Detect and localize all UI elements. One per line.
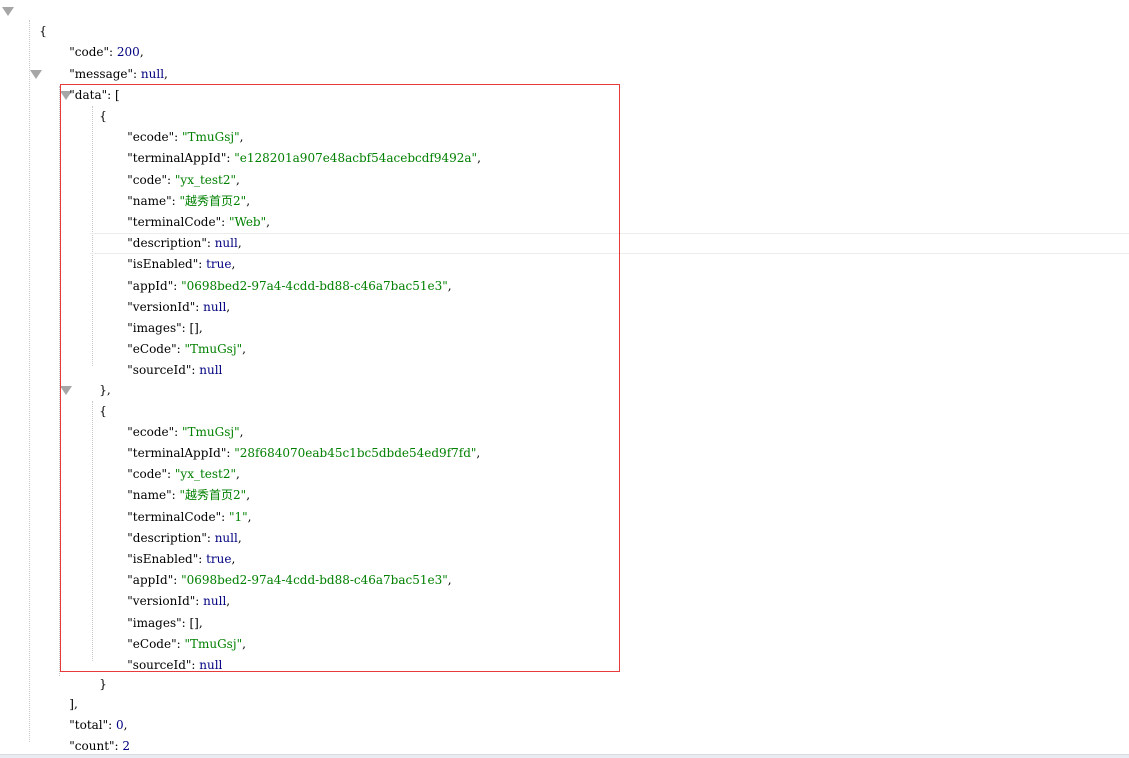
json-line-images[interactable]: "images": [],: [112, 297, 202, 335]
json-line-description[interactable]: "description": null,: [112, 507, 241, 545]
json-line-version-id[interactable]: "versionId": null,: [112, 570, 230, 608]
json-comma: ,: [266, 215, 270, 229]
json-comma: ,: [226, 594, 231, 608]
indent-guide: [59, 86, 60, 676]
json-comma: ,: [447, 573, 452, 587]
json-line-version-id[interactable]: "versionId": null,: [112, 276, 230, 314]
json-value: null: [203, 300, 227, 314]
json-comma: ,: [237, 236, 242, 250]
current-line-highlight: [90, 233, 1129, 254]
json-array-close: ],: [54, 673, 78, 711]
json-comma: ,: [447, 279, 452, 293]
json-line-terminal-app-id[interactable]: "terminalAppId": "28f684070eab45c1bc5dbd…: [112, 422, 480, 460]
json-line-is-enabled[interactable]: "isEnabled": true,: [112, 528, 235, 566]
json-line-terminal-app-id[interactable]: "terminalAppId": "e128201a907e48acbf54ac…: [112, 127, 481, 165]
open-bracket: [: [114, 88, 120, 102]
json-line-app-id[interactable]: "appId": "0698bed2-97a4-4cdd-bd88-c46a7b…: [112, 255, 451, 293]
json-line-e-code[interactable]: "eCode": "TmuGsj",: [112, 318, 246, 356]
json-line-ecode[interactable]: "ecode": "TmuGsj",: [112, 106, 243, 144]
close-brace: }: [99, 677, 107, 691]
json-value: 2: [122, 739, 131, 753]
window-bottom-edge: [0, 754, 1129, 758]
json-root-open: {: [24, 0, 47, 38]
json-line-source-id[interactable]: "sourceId": null: [112, 634, 222, 672]
json-line-name[interactable]: "name": "越秀首页2",: [112, 464, 250, 502]
json-line-code[interactable]: "code": "yx_test2",: [112, 149, 240, 187]
json-line-e-code[interactable]: "eCode": "TmuGsj",: [112, 613, 246, 651]
json-colon: :: [107, 88, 115, 102]
json-root-close: }: [24, 734, 47, 755]
open-brace: {: [39, 24, 47, 38]
json-line-images[interactable]: "images": [],: [112, 592, 202, 630]
json-value: null: [203, 594, 227, 608]
collapse-triangle-icon[interactable]: [2, 7, 14, 16]
json-line-code[interactable]: "code": 200,: [54, 21, 143, 59]
json-line-terminal-code[interactable]: "terminalCode": "Web",: [112, 191, 270, 229]
json-line-description[interactable]: "description": null,: [112, 212, 241, 250]
json-key: "sourceId": [127, 658, 192, 672]
json-value: "e128201a907e48acbf54acebcdf9492a": [234, 151, 478, 165]
json-object-open: {: [84, 85, 107, 123]
json-comma: ,: [226, 300, 231, 314]
json-line-terminal-code[interactable]: "terminalCode": "1",: [112, 486, 251, 524]
indent-guide: [29, 20, 30, 742]
json-object-close: },: [84, 359, 110, 397]
json-viewer: { "code": 200, "message": null, "data": …: [0, 0, 1129, 758]
json-value: "28f684070eab45c1bc5dbde54ed9f7fd": [234, 446, 477, 460]
json-comma: ,: [164, 67, 168, 81]
json-line-name[interactable]: "name": "越秀首页2",: [112, 170, 250, 208]
json-line-app-id[interactable]: "appId": "0698bed2-97a4-4cdd-bd88-c46a7b…: [112, 549, 451, 587]
json-comma: ,: [477, 151, 481, 165]
json-line-count[interactable]: "count": 2: [54, 715, 130, 753]
json-line-ecode[interactable]: "ecode": "TmuGsj",: [112, 401, 243, 439]
json-object-close: }: [84, 653, 107, 691]
open-brace: {: [99, 404, 107, 418]
open-brace: {: [99, 109, 107, 123]
json-comma: ,: [242, 637, 246, 651]
json-value: null: [199, 363, 223, 377]
json-line-is-enabled[interactable]: "isEnabled": true,: [112, 233, 235, 271]
json-comma: ,: [247, 510, 252, 524]
json-comma: ,: [237, 531, 242, 545]
json-line-code[interactable]: "code": "yx_test2",: [112, 443, 240, 481]
json-value: null: [140, 67, 165, 81]
json-key: "count": [69, 739, 115, 753]
json-comma: ,: [242, 342, 246, 356]
json-object-open: {: [84, 380, 107, 418]
json-line-message[interactable]: "message": null,: [54, 43, 168, 81]
json-line-data[interactable]: "data": [: [54, 64, 119, 102]
indent-guide: [92, 401, 93, 661]
json-line-source-id[interactable]: "sourceId": null: [112, 339, 222, 377]
collapse-triangle-icon[interactable]: [30, 70, 42, 79]
collapse-triangle-icon[interactable]: [60, 386, 72, 395]
json-colon: :: [133, 67, 141, 81]
json-value: null: [199, 658, 223, 672]
json-comma: ,: [476, 446, 481, 460]
json-key: "sourceId": [127, 363, 192, 377]
json-line-total[interactable]: "total": 0,: [54, 694, 127, 732]
